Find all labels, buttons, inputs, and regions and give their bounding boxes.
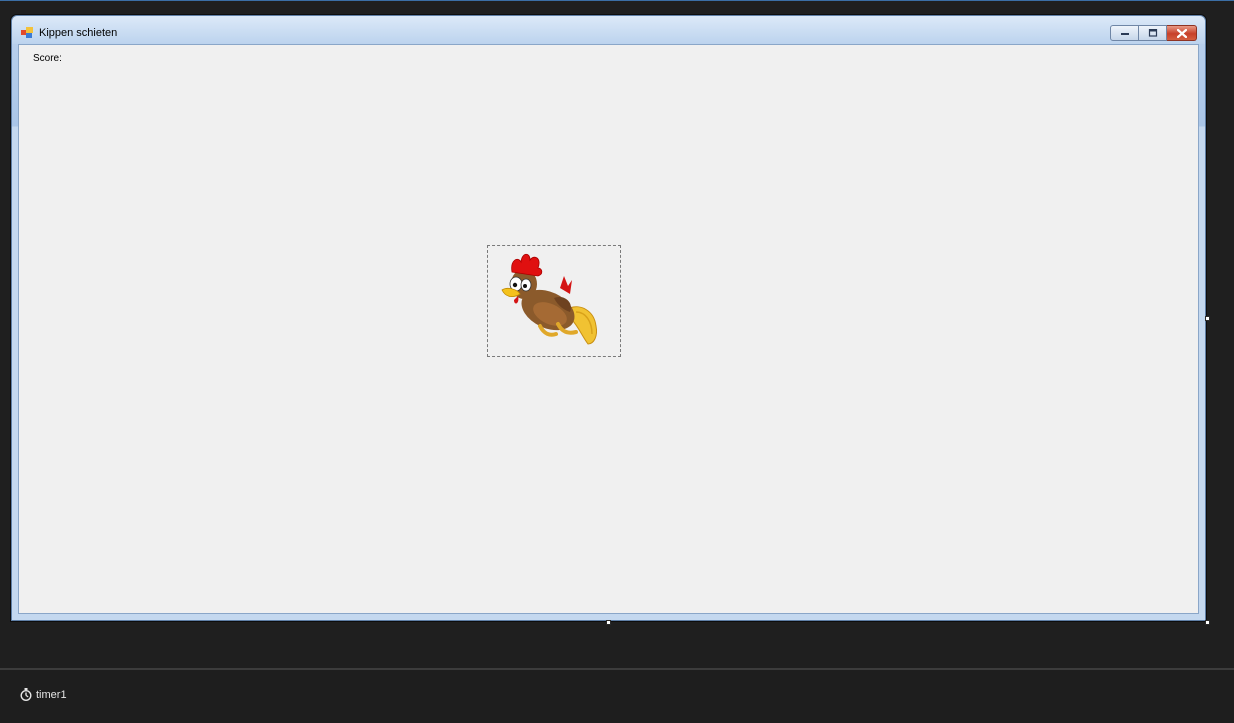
form-client-area[interactable]: Score: [18,44,1199,614]
windows-form-icon [21,27,33,38]
maximize-button[interactable] [1139,25,1167,41]
timer1-label: timer1 [36,688,67,701]
minimize-button[interactable] [1110,25,1139,41]
chicken-image [501,253,597,345]
chicken-picture-box[interactable] [487,245,621,357]
close-button[interactable] [1167,25,1197,41]
form-title: Kippen schieten [39,27,118,39]
form-window[interactable]: Kippen schieten Score: [11,15,1206,621]
resize-handle-right[interactable] [1205,316,1210,321]
close-icon [1176,28,1187,38]
maximize-icon [1148,29,1157,37]
timer1-component[interactable]: timer1 [20,688,67,701]
designer-surface: Kippen schieten Score: [0,0,1234,668]
timer-icon [20,688,32,701]
form-titlebar[interactable]: Kippen schieten [12,16,1205,44]
resize-handle-bottom[interactable] [606,620,611,625]
resize-handle-corner[interactable] [1205,620,1210,625]
minimize-icon [1120,33,1129,35]
score-label: Score: [33,53,62,64]
caption-buttons [1110,25,1197,42]
component-tray: timer1 [0,670,1234,723]
